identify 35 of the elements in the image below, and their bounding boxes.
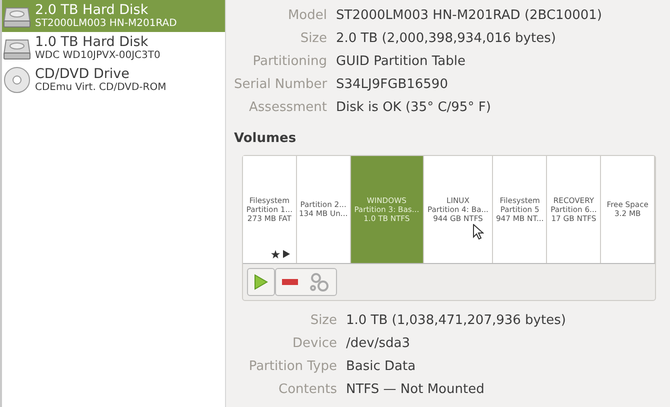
field-value: Disk is OK (35° C/95° F)	[336, 99, 492, 117]
disk-model: ST2000LM003 HN-M201RAD	[35, 18, 177, 30]
field-label: Model	[286, 7, 327, 25]
field-label: Size	[309, 312, 337, 330]
field-label: Assessment	[248, 99, 327, 117]
field-label: Device	[292, 334, 337, 352]
play-icon	[282, 250, 290, 258]
field-value: S34LJ9FGB16590	[336, 76, 449, 94]
field-label: Partitioning	[252, 53, 327, 71]
disk-model: WDC WD10JPVX-00JC3T0	[35, 50, 160, 62]
field-value: NTFS — Not Mounted	[346, 380, 486, 398]
delete-button[interactable]	[275, 268, 337, 296]
cursor-icon	[473, 224, 484, 240]
disk-item[interactable]: CD/DVD Drive CDEmu Virt. CD/DVD-ROM	[2, 64, 225, 96]
field-value: ST2000LM003 HN-M201RAD (2BC10001)	[336, 7, 603, 25]
disk-model: CDEmu Virt. CD/DVD-ROM	[35, 82, 166, 94]
field-value: 2.0 TB (2,000,398,934,016 bytes)	[336, 30, 557, 48]
field-label: Partition Type	[248, 358, 337, 376]
field-label: Size	[299, 30, 327, 48]
field-value: 1.0 TB (1,038,471,207,936 bytes)	[346, 312, 567, 330]
minus-icon	[282, 278, 298, 284]
mount-button[interactable]	[247, 268, 275, 296]
disc-icon	[3, 66, 31, 94]
section-heading: Volumes	[234, 130, 298, 148]
field-value: GUID Partition Table	[336, 53, 466, 71]
star-icon	[270, 250, 280, 258]
field-value: /dev/sda3	[346, 334, 411, 352]
disk-title: CD/DVD Drive	[35, 66, 130, 82]
play-icon	[254, 274, 268, 290]
field-value: Basic Data	[346, 358, 417, 376]
field-label: Contents	[278, 380, 337, 398]
field-label: Serial Number	[234, 76, 327, 94]
disk-item[interactable]: 1.0 TB Hard Disk WDC WD10JPVX-00JC3T0	[2, 32, 225, 64]
disk-title: 2.0 TB Hard Disk	[35, 2, 150, 18]
disk-title: 1.0 TB Hard Disk	[35, 34, 150, 50]
